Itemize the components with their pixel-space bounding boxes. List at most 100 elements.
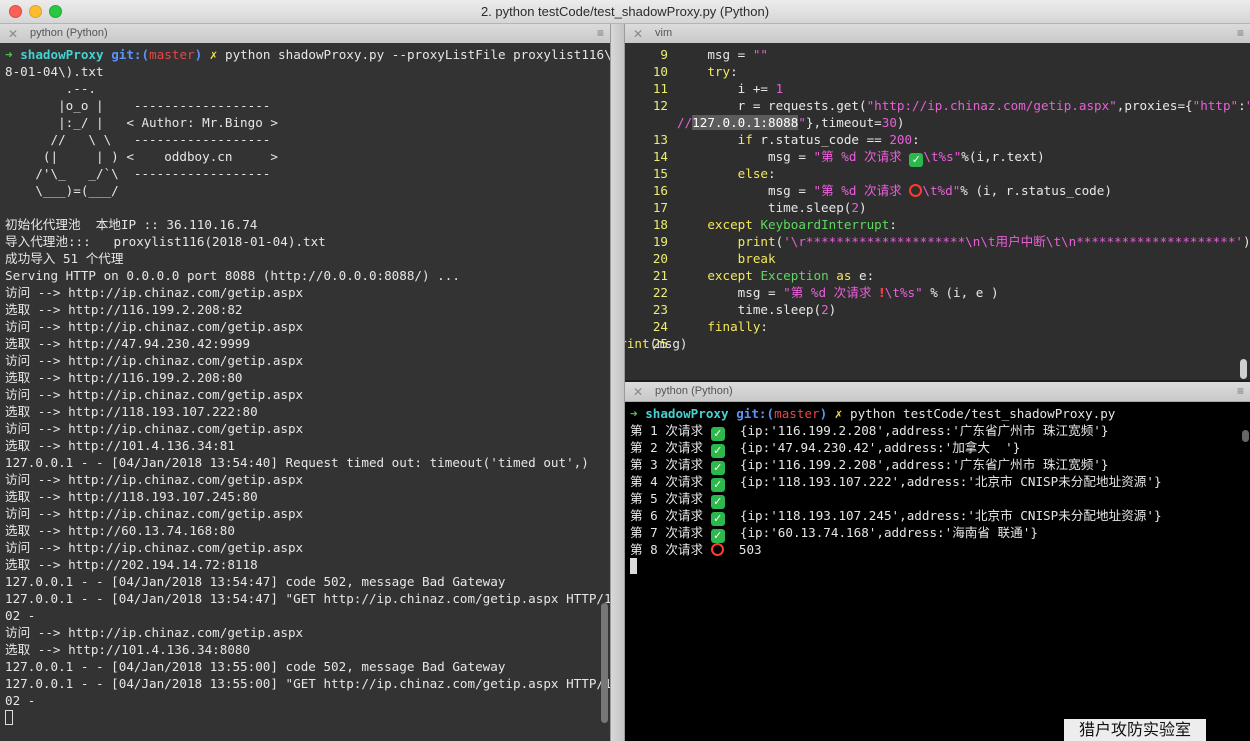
code-line: 23 time.sleep(2): [625, 301, 1250, 318]
text-cursor: [630, 558, 637, 574]
left-terminal-pane[interactable]: ➜ shadowProxy git:(master) ✗ python shad…: [0, 43, 610, 741]
terminal-line: 选取 --> http://47.94.230.42:9999: [5, 336, 251, 351]
vim-code: 9 msg = "" 10 try: 11 i += 1 12 r = request…: [625, 46, 1250, 352]
close-icon[interactable]: ✕: [8, 27, 18, 41]
terminal-line: 访问 --> http://ip.chinaz.com/getip.aspx: [5, 625, 304, 640]
tab-left-pane[interactable]: ✕ python (Python) ≡: [0, 24, 610, 44]
code-token: },timeout=: [805, 115, 882, 130]
prompt-arrow-icon: ➜: [630, 406, 638, 421]
code-token: i +=: [677, 81, 776, 96]
terminal-line: (| | ) < oddboy.cn >: [5, 149, 278, 164]
code-text: time.sleep(2): [677, 301, 837, 318]
line-number: 12: [652, 98, 668, 113]
prompt-branch: master: [774, 406, 820, 421]
code-token: e:: [851, 268, 875, 283]
prompt-directory: shadowProxy: [20, 47, 104, 62]
line-number: [625, 114, 677, 131]
request-label: 第 2 次请求: [630, 440, 704, 455]
vim-editor-pane[interactable]: 9 msg = "" 10 try: 11 i += 1 12 r = request…: [625, 43, 1250, 380]
code-text: try:: [677, 63, 737, 80]
code-token: % (i, r.status_code): [960, 183, 1112, 198]
code-line: 15 else:: [625, 165, 1250, 182]
term-scrollbar[interactable]: [1242, 430, 1249, 442]
code-token: 2: [821, 302, 829, 317]
red-circle-icon: [909, 184, 923, 197]
code-line: 20 break: [625, 250, 1250, 267]
terminal-line: 选取 --> http://116.199.2.208:80: [5, 370, 243, 385]
code-line: 22 msg = "第 %d 次请求 !\t%s" % (i, e ): [625, 284, 1250, 301]
code-token: :: [889, 217, 897, 232]
prompt-dirty-icon: ✗: [209, 47, 218, 62]
terminal-line: 访问 --> http://ip.chinaz.com/getip.aspx: [5, 540, 304, 555]
code-token: "http:: [1246, 98, 1250, 113]
red-circle-icon: [710, 543, 724, 556]
terminal-line: 127.0.0.1 - - [04/Jan/2018 13:55:00] cod…: [5, 659, 506, 674]
right-terminal-output: ➜ shadowProxy git:(master) ✗ python test…: [630, 405, 1162, 575]
code-token: (msg): [649, 336, 688, 351]
left-scrollbar[interactable]: [601, 603, 608, 723]
line-number: 22: [652, 285, 668, 300]
code-token: \t%s": [923, 149, 962, 164]
prompt-branch: master: [149, 47, 195, 62]
tab-term-pane[interactable]: ✕ python (Python) ≡: [625, 382, 1250, 402]
code-token: msg =: [677, 183, 814, 198]
code-text: break: [677, 250, 776, 267]
code-token: ): [828, 302, 837, 317]
terminal-line: 127.0.0.1 - - [04/Jan/2018 13:54:40] Req…: [5, 455, 589, 470]
tab-vim-pane[interactable]: ✕ vim ≡: [625, 24, 1250, 44]
pane-divider[interactable]: [610, 24, 625, 741]
code-token: \t%s": [884, 285, 923, 300]
terminal-line: |o_o | ------------------: [5, 98, 271, 113]
tab-label: vim: [655, 27, 673, 39]
request-result-line: 第 7 次请求 ✓ {ip:'60.13.74.168',address:'海南…: [630, 524, 1162, 543]
code-text: finally:: [677, 318, 768, 335]
prompt-directory: shadowProxy: [645, 406, 729, 421]
code-text: r = requests.get("http://ip.chinaz.com/g…: [677, 97, 1250, 114]
terminal-line: .--.: [5, 81, 96, 96]
prompt-arrow-icon: ➜: [5, 47, 13, 62]
terminal-line: 127.0.0.1 - - [04/Jan/2018 13:55:00] "GE…: [5, 676, 610, 691]
request-response: {ip:'116.199.2.208',address:'广东省广州市 珠江宽频…: [739, 423, 1109, 438]
prompt-command: python shadowProxy.py --proxyListFile pr…: [224, 47, 610, 62]
terminal-line: 选取 --> http://118.193.107.245:80: [5, 489, 258, 504]
code-token: "": [752, 47, 768, 62]
close-icon[interactable]: ✕: [633, 385, 643, 399]
window-title: 2. python testCode/test_shadowProxy.py (…: [480, 4, 770, 19]
code-line: 13 if r.status_code == 200:: [625, 131, 1250, 148]
right-terminal-pane[interactable]: ➜ shadowProxy git:(master) ✗ python test…: [625, 402, 1250, 741]
code-token: Exception: [760, 268, 829, 283]
vim-scrollbar[interactable]: [1240, 359, 1247, 379]
terminal-line: 02 -: [5, 608, 36, 623]
code-token: :: [768, 166, 776, 181]
menu-icon[interactable]: ≡: [1237, 384, 1244, 398]
code-token: \t%d": [922, 183, 961, 198]
line-number: 10: [652, 64, 668, 79]
code-line: 10 try:: [625, 63, 1250, 80]
terminal-line: 选取 --> http://101.4.136.34:8080: [5, 642, 251, 657]
terminal-line: 访问 --> http://ip.chinaz.com/getip.aspx: [5, 472, 304, 487]
terminal-line: 选取 --> http://101.4.136.34:81: [5, 438, 235, 453]
prompt-git-label: git:(: [111, 47, 150, 62]
code-token: r = requests.get(: [677, 98, 867, 113]
terminal-line: 127.0.0.1 - - [04/Jan/2018 13:54:47] cod…: [5, 574, 506, 589]
code-token: finally: [707, 319, 761, 334]
menu-icon[interactable]: ≡: [1237, 26, 1244, 40]
code-token: msg =: [677, 285, 784, 300]
request-response: {ip:'47.94.230.42',address:'加拿大 '}: [739, 440, 1021, 455]
menu-icon[interactable]: ≡: [597, 26, 604, 40]
code-token: if: [737, 132, 753, 147]
code-token: 200: [889, 132, 913, 147]
line-number: 16: [652, 183, 668, 198]
request-result-line: 第 5 次请求 ✓: [630, 490, 1162, 509]
code-text: msg = "第 %d 次请求 \t%d"% (i, r.status_code…: [677, 182, 1112, 199]
line-number: 17: [652, 200, 668, 215]
code-token: ": [798, 115, 806, 130]
close-icon[interactable]: ✕: [633, 27, 643, 41]
code-token: try: [707, 64, 731, 79]
prompt-git-close: ): [194, 47, 203, 62]
